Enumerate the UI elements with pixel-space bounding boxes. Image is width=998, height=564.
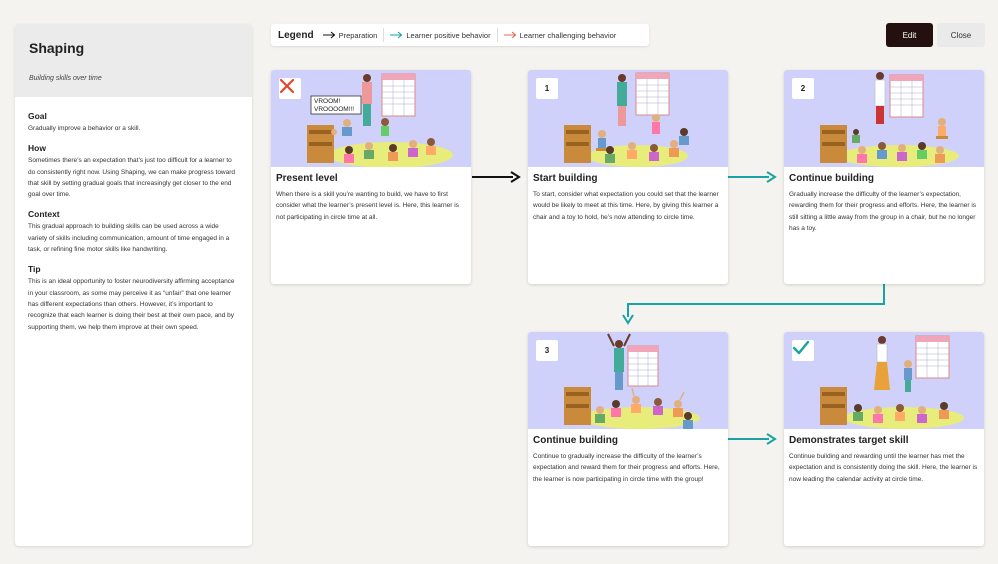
- card-description: Continue to gradually increase the diffi…: [533, 453, 720, 483]
- classroom-illustration: 2: [784, 70, 984, 167]
- circle-time-scene-icon: VROOM! VROOOOM!!!: [307, 73, 453, 167]
- card-description: Continue building and rewarding until th…: [789, 453, 978, 483]
- connector-positive: [728, 433, 777, 445]
- connector-positive: [728, 171, 777, 183]
- card-title: Continue building: [789, 173, 874, 184]
- card-title: Continue building: [533, 435, 618, 446]
- card-title: Present level: [276, 173, 338, 184]
- not-met-badge: [279, 78, 301, 99]
- circle-time-scene-icon: [820, 72, 959, 167]
- circle-time-scene-icon: [564, 72, 689, 167]
- step-number-badge: 2: [792, 78, 814, 99]
- check-icon: [792, 340, 810, 355]
- card-title: Demonstrates target skill: [789, 435, 909, 446]
- connector-preparation: [472, 171, 521, 183]
- card-description: Gradually increase the difficulty of the…: [789, 191, 977, 232]
- step-card-target-skill[interactable]: Demonstrates target skill Continue build…: [784, 332, 984, 546]
- step-card-start-building[interactable]: 1 Start building To start, consider what…: [528, 70, 728, 284]
- circle-time-scene-icon: [564, 333, 700, 429]
- classroom-illustration: [784, 332, 984, 429]
- circle-time-scene-icon: [820, 335, 964, 429]
- classroom-illustration: 1: [528, 70, 728, 167]
- card-title: Start building: [533, 173, 598, 184]
- card-description: To start, consider what expectation you …: [533, 191, 719, 221]
- step-number-badge: 1: [536, 78, 558, 99]
- classroom-illustration: VROOM! VROOOOM!!!: [271, 70, 471, 167]
- x-icon: [279, 78, 295, 94]
- step-card-present-level[interactable]: VROOM! VROOOOM!!! Present level When ther…: [271, 70, 471, 284]
- connector-positive: [622, 284, 885, 325]
- step-card-continue-building-1[interactable]: 2 Continue building Gradually increase t…: [784, 70, 984, 284]
- step-number-badge: 3: [536, 340, 558, 361]
- target-met-badge: [792, 340, 814, 361]
- card-description: When there is a skill you’re wanting to …: [276, 191, 459, 221]
- step-card-continue-building-2[interactable]: 3 Continue building Continue to graduall…: [528, 332, 728, 546]
- classroom-illustration: 3: [528, 332, 728, 429]
